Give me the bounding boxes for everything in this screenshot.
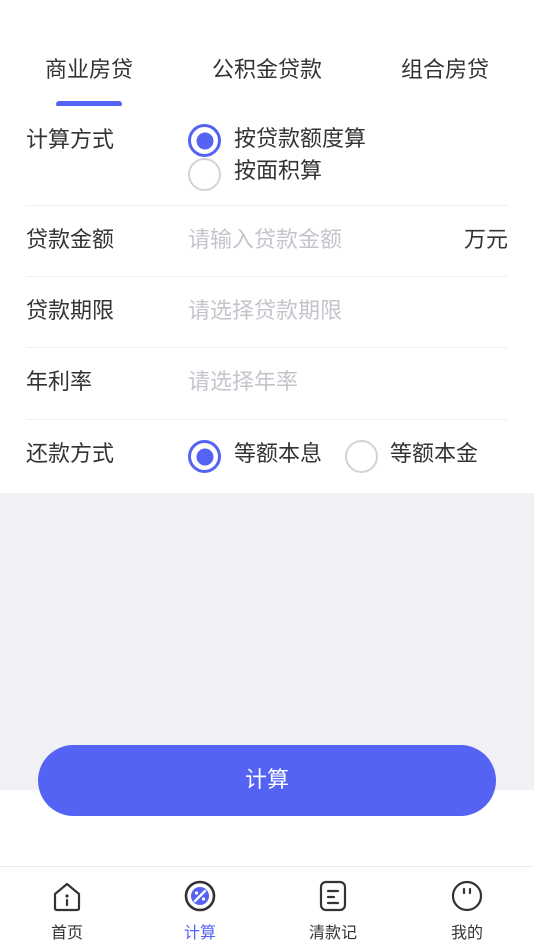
radio-equal-principal-label[interactable]: 等额本金 (390, 440, 478, 470)
loan-term-row[interactable]: 贷款期限 请选择贷款期限 (26, 277, 508, 348)
loan-form: 计算方式 按贷款额度算 按面积算 贷款金额 请输入贷款金额 万元 贷款期限 请选… (0, 106, 534, 493)
tabbar-calculate-label: 计算 (183, 923, 216, 942)
radio-by-area[interactable] (188, 158, 221, 191)
radio-by-loan-amount-label[interactable]: 按贷款额度算 (234, 125, 366, 155)
loan-term-label: 贷款期限 (26, 299, 115, 324)
radio-equal-principal[interactable] (345, 440, 378, 473)
tabbar-notebook-label: 清款记 (308, 923, 357, 942)
bottom-tab-bar: 首页 计算 清款记 我的 (0, 866, 534, 950)
radio-by-loan-amount[interactable] (188, 124, 221, 157)
calculator-icon (184, 880, 216, 912)
tabbar-item-home[interactable]: 首页 (17, 867, 117, 950)
tab-combined-loan[interactable]: 组合房贷 (384, 56, 506, 86)
tabbar-profile-label: 我的 (450, 923, 483, 942)
calc-method-label: 计算方式 (26, 128, 115, 153)
calc-method-row: 计算方式 按贷款额度算 按面积算 (26, 106, 508, 206)
loan-term-select[interactable]: 请选择贷款期限 (188, 297, 342, 327)
loan-amount-label: 贷款金额 (26, 228, 115, 253)
home-icon (53, 882, 81, 912)
loan-amount-unit: 万元 (463, 228, 508, 253)
annual-rate-label: 年利率 (26, 370, 93, 395)
radio-equal-installment[interactable] (188, 440, 221, 473)
repay-method-label: 还款方式 (26, 442, 115, 467)
loan-amount-input[interactable]: 请输入贷款金额 (188, 226, 342, 256)
profile-face-icon (451, 880, 483, 912)
loan-type-tabs: 商业房贷 公积金贷款 组合房贷 (0, 0, 534, 118)
tabbar-item-profile[interactable]: 我的 (417, 867, 517, 950)
annual-rate-row[interactable]: 年利率 请选择年率 (26, 348, 508, 420)
tabbar-item-calculate[interactable]: 计算 (150, 867, 250, 950)
calculate-button[interactable]: 计算 (38, 745, 496, 816)
loan-amount-row[interactable]: 贷款金额 请输入贷款金额 万元 (26, 206, 508, 277)
notebook-icon (319, 880, 347, 912)
annual-rate-select[interactable]: 请选择年率 (188, 368, 298, 398)
tab-provident-fund-loan[interactable]: 公积金贷款 (197, 56, 337, 86)
radio-by-area-label[interactable]: 按面积算 (234, 157, 322, 187)
tabbar-home-label: 首页 (50, 923, 83, 942)
tabbar-item-notebook[interactable]: 清款记 (283, 867, 383, 950)
tab-commercial-loan[interactable]: 商业房贷 (30, 56, 148, 86)
repay-method-row: 还款方式 等额本息 等额本金 (26, 420, 508, 493)
radio-equal-installment-label[interactable]: 等额本息 (234, 440, 322, 470)
